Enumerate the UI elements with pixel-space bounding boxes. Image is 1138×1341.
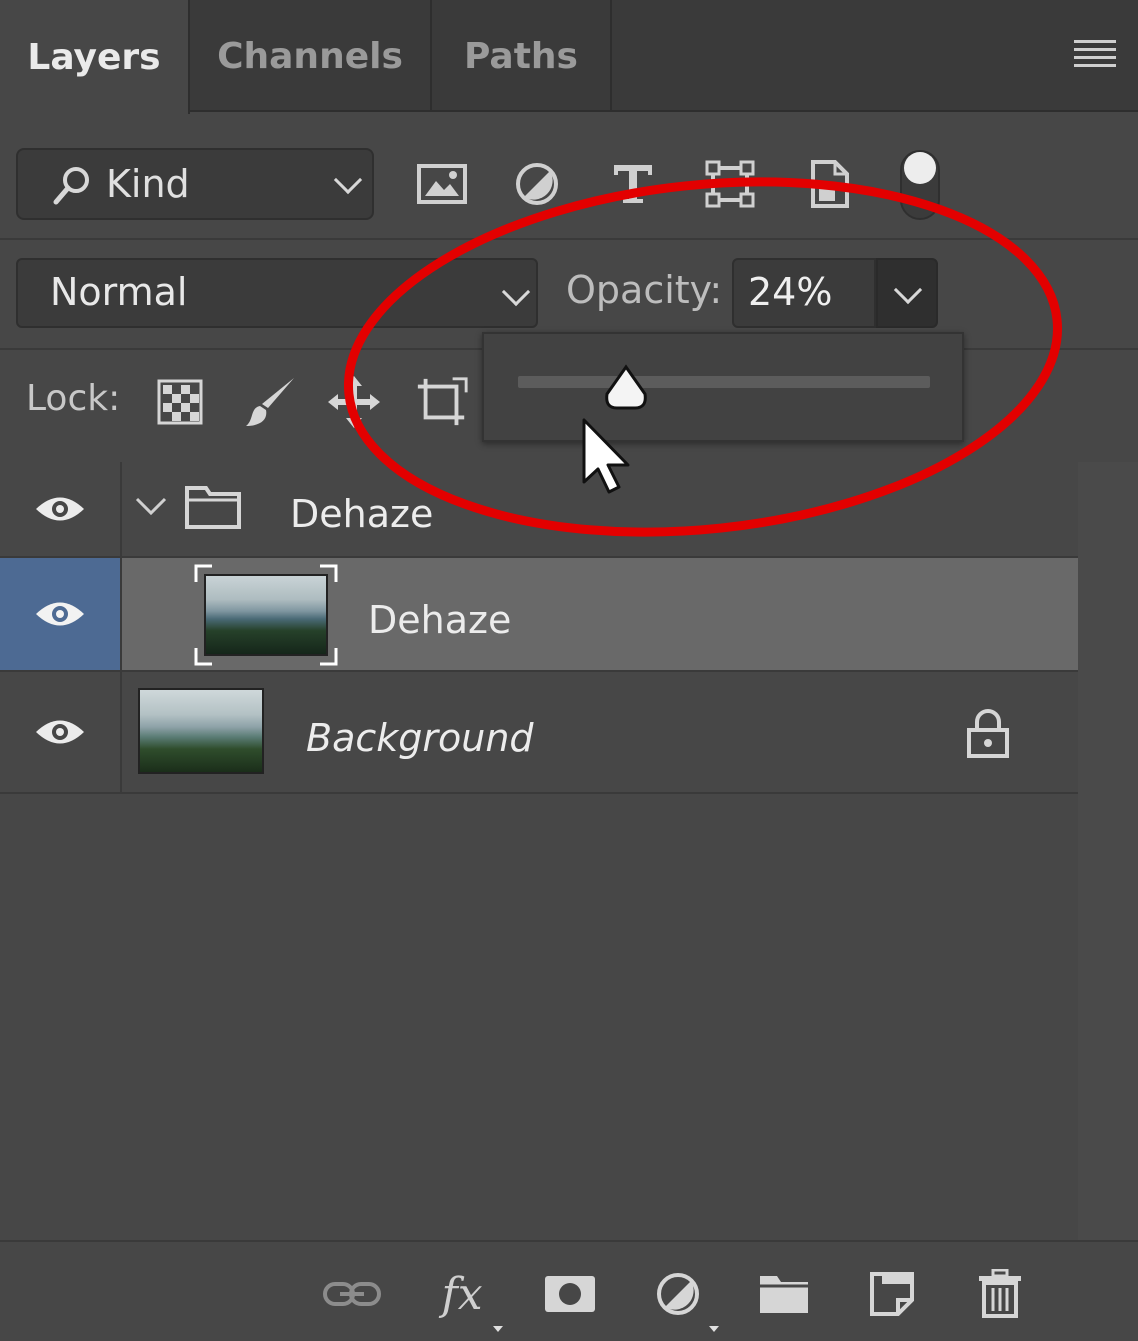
chevron-down-icon [893,275,923,305]
tab-paths[interactable]: Paths [432,0,612,112]
delete-layer-icon[interactable] [970,1266,1030,1322]
lock-icon [967,709,1009,758]
add-mask-icon[interactable] [540,1266,600,1322]
blend-mode-select[interactable]: Normal [16,258,538,328]
fx-icon[interactable]: fx [432,1266,492,1322]
layer-row-dehaze-selected[interactable]: Dehaze [0,558,1078,672]
opacity-slider-popup [482,332,964,442]
tab-layers[interactable]: Layers [0,0,190,114]
layer-name: Background [306,716,534,760]
chevron-down-icon [333,165,363,195]
menu-indicator-icon [709,1326,719,1332]
smart-object-filter-icon[interactable] [802,158,856,210]
layer-name: Dehaze [368,598,512,642]
chevron-down-icon[interactable] [134,496,168,518]
blend-mode-label: Normal [50,270,188,314]
adjustment-filter-icon[interactable] [510,158,564,210]
lock-label: Lock: [26,378,121,419]
opacity-dropdown-button[interactable] [876,258,938,328]
opacity-slider-track[interactable] [518,376,930,388]
search-icon [53,167,89,205]
layer-name: Dehaze [290,492,434,536]
bottom-toolbar: fx [0,1240,1138,1341]
lock-position-icon[interactable] [326,374,382,430]
layer-thumbnail [204,574,328,656]
opacity-slider-thumb[interactable] [603,364,649,412]
visibility-eye-icon[interactable] [0,672,122,792]
menu-indicator-icon [493,1326,503,1332]
layer-row-group-dehaze[interactable]: Dehaze [0,462,1078,558]
visibility-eye-icon[interactable] [0,558,122,670]
tab-bar: Layers Channels Paths [0,0,1138,114]
filter-kind-select[interactable]: Kind [16,148,374,220]
lock-artboard-icon[interactable] [414,374,470,430]
opacity-label: Opacity: [566,268,723,312]
layers-panel: Layers Channels Paths Kind Normal Opacit… [0,0,1138,1341]
layers-scrollbar[interactable] [1078,462,1138,1242]
visibility-eye-icon[interactable] [0,462,122,556]
type-filter-icon[interactable] [606,158,660,210]
link-layers-icon[interactable] [322,1266,382,1322]
panel-menu-icon[interactable] [1074,40,1116,70]
mouse-cursor-icon [582,418,630,494]
folder-icon [185,486,241,529]
filter-toggle-switch[interactable] [900,150,940,220]
toggle-knob [904,152,936,184]
layer-thumbnail [138,688,264,774]
filter-kind-label: Kind [106,162,190,206]
fx-label: fx [441,1268,483,1320]
divider [0,238,1138,240]
opacity-value: 24% [748,270,833,314]
tab-channels[interactable]: Channels [190,0,432,112]
opacity-input[interactable]: 24% [732,258,876,328]
lock-image-pixels-icon[interactable] [242,374,298,430]
lock-transparent-pixels-icon[interactable] [152,374,208,430]
layer-row-background[interactable]: Background [0,672,1078,794]
image-filter-icon[interactable] [415,158,469,210]
new-adjustment-icon[interactable] [648,1266,708,1322]
new-layer-icon[interactable] [862,1266,922,1322]
chevron-down-icon [501,277,531,307]
new-group-icon[interactable] [754,1266,814,1322]
layer-thumbnail-frame[interactable] [194,564,338,666]
shape-filter-icon[interactable] [703,158,757,210]
